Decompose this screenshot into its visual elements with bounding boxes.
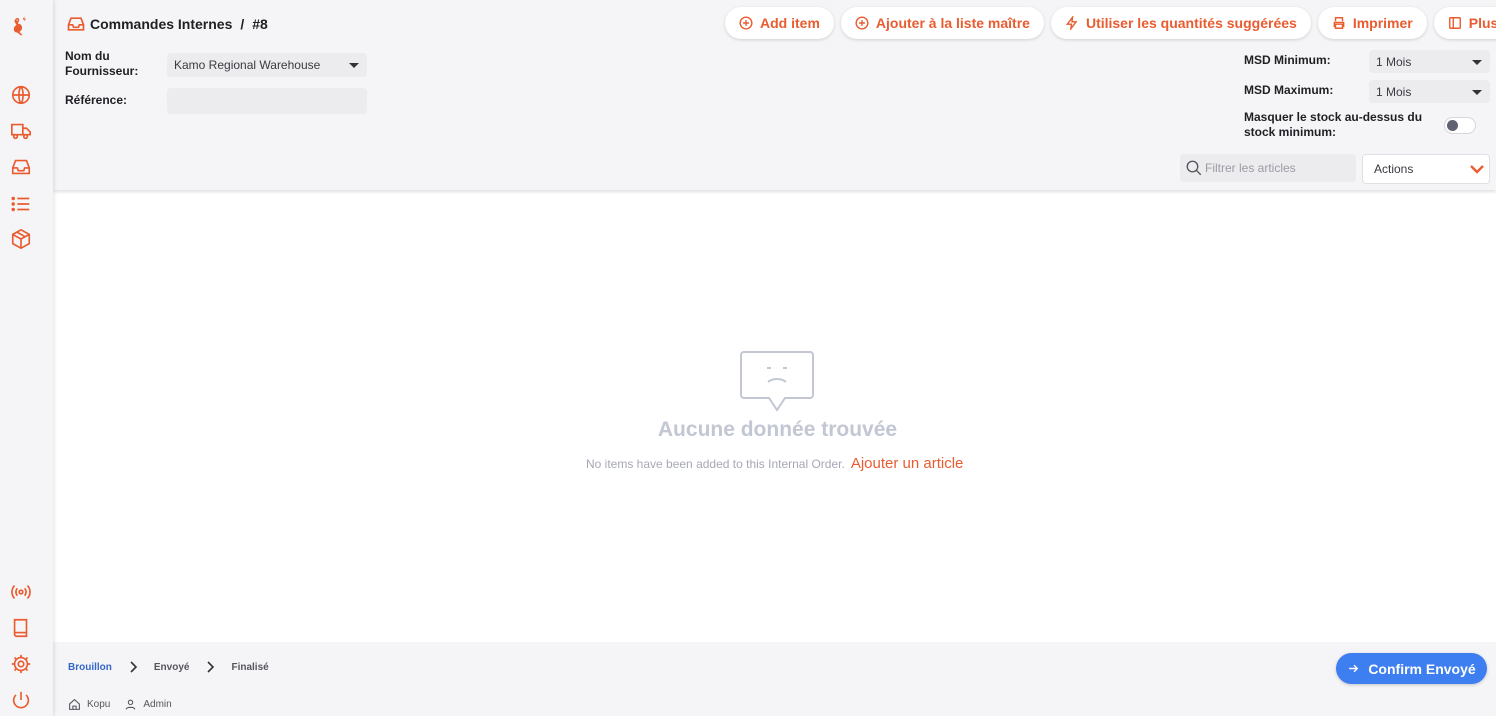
arrow-right-icon (1349, 664, 1359, 673)
box-icon[interactable] (10, 228, 32, 250)
supplier-label-line1: Nom du (65, 49, 110, 63)
sidebar (0, 0, 53, 716)
add-master-list-label: Ajouter à la liste maître (875, 15, 1030, 31)
suggested-quantities-button[interactable]: Utiliser les quantités suggérées (1050, 7, 1311, 39)
chevron-down-icon (1470, 165, 1484, 174)
chevron-down-icon (1472, 59, 1482, 65)
reference-label: Référence: (65, 93, 128, 107)
step-draft: Brouillon (68, 661, 112, 673)
user-icon (125, 699, 136, 710)
store-name[interactable]: Kopu (87, 699, 110, 710)
hide-stock-toggle[interactable] (1444, 117, 1476, 134)
chevron-down-icon (1472, 89, 1482, 95)
empty-title: Aucune donnée trouvée (657, 418, 898, 441)
main-content: Aucune donnée trouvée No items have been… (53, 190, 1496, 642)
printer-icon (1333, 17, 1345, 29)
plus-circle-icon (739, 16, 753, 30)
truck-icon[interactable] (10, 120, 32, 142)
broadcast-icon[interactable] (10, 581, 32, 603)
confirm-sent-label: Confirm Envoyé (1368, 660, 1476, 677)
hide-stock-label: Masquer le stock au-dessus du stock mini… (1244, 110, 1422, 140)
actions-label: Actions (1374, 162, 1414, 176)
reference-input[interactable] (167, 88, 367, 114)
gear-icon[interactable] (10, 653, 32, 675)
inbox-icon[interactable] (10, 156, 32, 178)
more-button[interactable]: Plus (1433, 7, 1496, 39)
actions-dropdown[interactable]: Actions (1362, 154, 1490, 184)
hide-stock-label-line1: Masquer le stock au-dessus du (1244, 110, 1423, 124)
hide-stock-label-line2: stock minimum: (1244, 125, 1337, 139)
supplier-value: Kamo Regional Warehouse (174, 58, 321, 72)
chevron-down-icon (349, 63, 359, 68)
globe-icon[interactable] (10, 84, 32, 106)
book-icon[interactable] (10, 617, 32, 639)
footer-info: Kopu Admin (68, 698, 172, 711)
breadcrumb: Commandes Internes / #8 (66, 14, 268, 34)
kangaroo-logo-icon[interactable] (9, 16, 31, 38)
footer: Brouillon Envoyé Finalisé Kopu Admin Con… (53, 642, 1496, 716)
msd-min-value: 1 Mois (1376, 54, 1412, 69)
toggle-knob (1447, 120, 1458, 131)
search-icon (1186, 160, 1202, 176)
empty-message: No items have been added to this Interna… (586, 457, 845, 471)
header: Commandes Internes / #8 Add item Ajouter… (53, 0, 1496, 190)
chevron-right-icon (207, 661, 215, 673)
suggested-quantities-label: Utiliser les quantités suggérées (1085, 15, 1297, 31)
list-icon[interactable] (10, 193, 32, 215)
plus-circle-icon (855, 16, 869, 30)
breadcrumb-separator: / (240, 16, 245, 32)
breadcrumb-section[interactable]: Commandes Internes (90, 16, 232, 32)
user-name[interactable]: Admin (143, 699, 171, 710)
filter-box (1180, 154, 1356, 182)
zap-icon (1065, 16, 1078, 30)
step-finalised: Finalisé (231, 661, 269, 673)
msd-min-label: MSD Minimum: (1244, 53, 1331, 67)
supplier-label-line2: Fournisseur: (65, 64, 139, 78)
more-label: Plus (1468, 15, 1496, 31)
msd-max-value: 1 Mois (1376, 84, 1412, 99)
add-item-label: Add item (760, 15, 820, 31)
supplier-select[interactable]: Kamo Regional Warehouse (167, 53, 367, 77)
toolbar: Add item Ajouter à la liste maître Utili… (725, 7, 1496, 39)
print-label: Imprimer (1352, 15, 1413, 31)
sidebar-panel-icon (1448, 17, 1461, 29)
msd-max-label: MSD Maximum: (1244, 83, 1334, 97)
chevron-right-icon (130, 661, 138, 673)
step-sent: Envoyé (153, 661, 190, 673)
add-item-button[interactable]: Add item (725, 7, 834, 39)
supplier-label: Nom du Fournisseur: (65, 49, 138, 79)
print-button[interactable]: Imprimer (1317, 7, 1427, 39)
home-icon (69, 698, 80, 710)
add-master-list-button[interactable]: Ajouter à la liste maître (840, 7, 1044, 39)
sad-message-icon (740, 351, 814, 412)
inbox-icon (67, 17, 85, 31)
breadcrumb-id: #8 (252, 16, 268, 32)
filter-input[interactable] (1205, 161, 1345, 175)
empty-message-row: No items have been added to this Interna… (586, 455, 963, 472)
msd-min-select[interactable]: 1 Mois (1369, 50, 1490, 73)
status-steps: Brouillon Envoyé Finalisé (68, 661, 269, 673)
msd-max-select[interactable]: 1 Mois (1369, 80, 1490, 103)
power-icon[interactable] (10, 689, 32, 711)
add-article-link[interactable]: Ajouter un article (851, 455, 964, 472)
confirm-sent-button[interactable]: Confirm Envoyé (1336, 653, 1487, 684)
